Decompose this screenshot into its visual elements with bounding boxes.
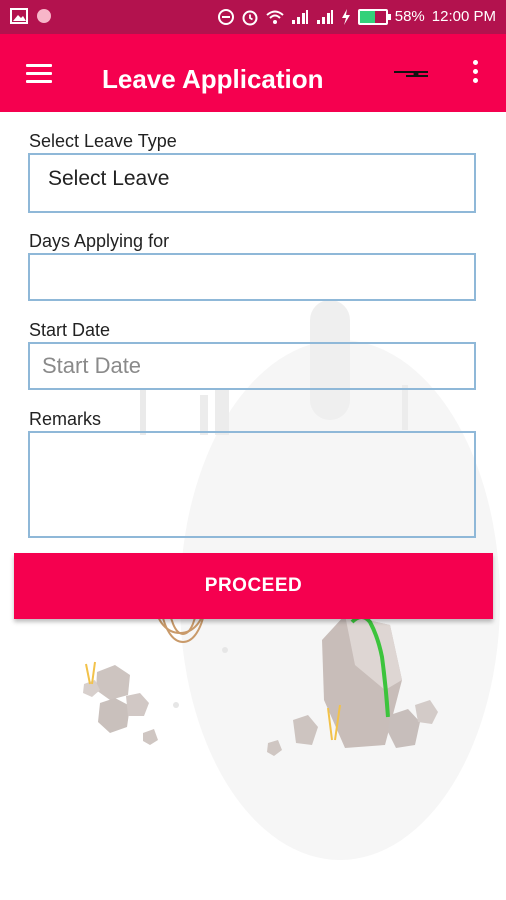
clock: 12:00 PM bbox=[431, 8, 496, 25]
status-bar: 58% 12:00 PM bbox=[0, 0, 506, 34]
page-title: Leave Application bbox=[102, 64, 324, 94]
wifi-icon bbox=[266, 10, 284, 24]
proceed-button[interactable]: PROCEED bbox=[14, 553, 493, 619]
more-vertical-icon[interactable] bbox=[470, 60, 480, 88]
days-field[interactable] bbox=[28, 253, 476, 301]
remarks-input[interactable] bbox=[30, 433, 474, 536]
toggle-icon[interactable] bbox=[392, 68, 430, 80]
start-date-label: Start Date bbox=[29, 320, 111, 340]
battery-icon bbox=[357, 9, 391, 25]
status-bar-right: 58% 12:00 PM bbox=[217, 7, 496, 27]
signal-icon bbox=[316, 10, 333, 24]
alarm-icon bbox=[242, 10, 258, 26]
charging-icon bbox=[341, 9, 350, 25]
leave-type-label: Select Leave Type bbox=[29, 131, 177, 151]
image-icon bbox=[10, 8, 28, 24]
remarks-field[interactable] bbox=[28, 431, 476, 538]
dnd-icon bbox=[217, 9, 234, 25]
days-input[interactable] bbox=[30, 255, 474, 299]
leave-type-value: Select Leave bbox=[48, 167, 170, 190]
leave-type-select[interactable]: Select Leave bbox=[28, 153, 476, 213]
hamburger-menu-icon[interactable] bbox=[26, 64, 54, 84]
start-date-input[interactable] bbox=[30, 344, 474, 388]
circle-icon bbox=[37, 9, 51, 23]
battery-percent: 58% bbox=[394, 8, 425, 25]
status-bar-left bbox=[10, 8, 52, 24]
signal-icon bbox=[291, 10, 308, 24]
days-label: Days Applying for bbox=[29, 231, 170, 251]
remarks-label: Remarks bbox=[29, 409, 102, 429]
app-bar: Leave Application bbox=[0, 34, 506, 112]
start-date-field[interactable] bbox=[28, 342, 476, 390]
